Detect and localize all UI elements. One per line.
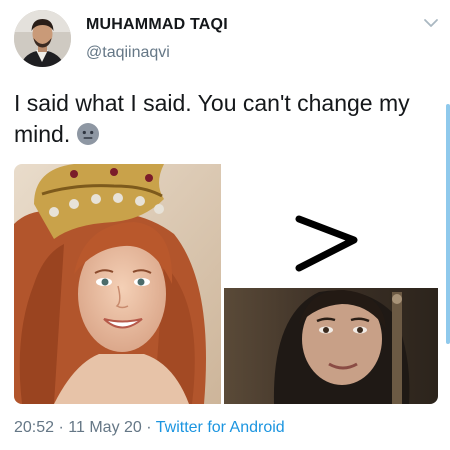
tweet-text-content: I said what I said. You can't change my … — [14, 90, 410, 147]
tweet-card: MUHAMMAD TAQI @taqiinaqvi I said what I … — [0, 0, 450, 450]
avatar[interactable] — [14, 10, 71, 67]
media-right-panel — [224, 164, 438, 404]
user-handle[interactable]: @taqiinaqvi — [86, 44, 170, 62]
tweet-source-link[interactable]: Twitter for Android — [156, 419, 285, 436]
smiling-red-haired-woman-with-crown-image — [14, 164, 221, 404]
media-image-right[interactable] — [224, 164, 438, 404]
smiling-dark-haired-woman-image — [224, 288, 438, 404]
tweet-meta: 20:52 · 11 May 20 · Twitter for Android — [14, 419, 285, 437]
avatar-photo-icon — [14, 10, 71, 67]
neutral-face-emoji-icon — [77, 123, 100, 145]
media-image-left[interactable] — [14, 164, 221, 404]
display-name[interactable]: MUHAMMAD TAQI — [86, 16, 228, 34]
tweet-date[interactable]: 11 May 20 — [68, 419, 142, 436]
chevron-down-icon[interactable] — [423, 17, 439, 29]
media-container[interactable] — [14, 164, 438, 404]
tweet-time[interactable]: 20:52 — [14, 419, 54, 436]
meta-separator: · — [58, 419, 64, 436]
scrollbar[interactable] — [446, 104, 450, 344]
tweet-text: I said what I said. You can't change my … — [14, 88, 439, 150]
meta-separator: · — [146, 419, 152, 436]
